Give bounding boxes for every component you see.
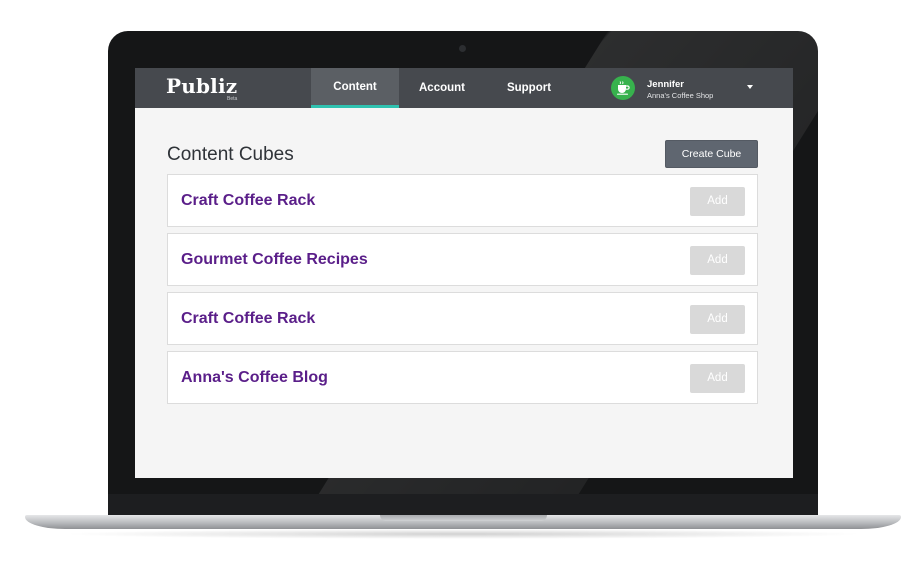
- cube-title[interactable]: Anna's Coffee Blog: [181, 369, 328, 387]
- laptop-hinge: [108, 494, 818, 516]
- user-name: Jennifer: [647, 79, 684, 90]
- cube-row: Anna's Coffee Blog Add: [167, 351, 758, 404]
- tab-account[interactable]: Account: [399, 68, 485, 108]
- avatar: [611, 76, 635, 100]
- cube-row: Craft Coffee Rack Add: [167, 174, 758, 227]
- app-screen: Publiz Beta Content Account Support Jenn…: [135, 68, 793, 478]
- tab-support[interactable]: Support: [485, 68, 573, 108]
- add-button[interactable]: Add: [690, 364, 745, 393]
- create-cube-button[interactable]: Create Cube: [665, 140, 758, 168]
- cube-row: Craft Coffee Rack Add: [167, 292, 758, 345]
- cube-row: Gourmet Coffee Recipes Add: [167, 233, 758, 286]
- top-navbar: Publiz Beta Content Account Support Jenn…: [135, 68, 793, 108]
- user-business: Anna's Coffee Shop: [647, 91, 714, 100]
- laptop-base-notch: [380, 515, 547, 521]
- cube-title[interactable]: Gourmet Coffee Recipes: [181, 251, 368, 269]
- webcam: [459, 45, 466, 52]
- add-button[interactable]: Add: [690, 187, 745, 216]
- cube-title[interactable]: Craft Coffee Rack: [181, 192, 315, 210]
- beta-badge: Beta: [227, 96, 238, 102]
- caret-down-icon[interactable]: [747, 85, 753, 89]
- add-button[interactable]: Add: [690, 305, 745, 334]
- laptop-shadow: [60, 529, 866, 539]
- tab-content[interactable]: Content: [311, 68, 399, 108]
- publiz-logo[interactable]: Publiz: [166, 74, 237, 98]
- add-button[interactable]: Add: [690, 246, 745, 275]
- page-title: Content Cubes: [167, 144, 294, 165]
- user-menu[interactable]: Jennifer Anna's Coffee Shop: [611, 76, 791, 102]
- coffee-cup-icon: [617, 81, 630, 95]
- cube-title[interactable]: Craft Coffee Rack: [181, 310, 315, 328]
- laptop-mockup: Publiz Beta Content Account Support Jenn…: [0, 0, 917, 569]
- content-cube-list: Craft Coffee Rack Add Gourmet Coffee Rec…: [167, 174, 758, 410]
